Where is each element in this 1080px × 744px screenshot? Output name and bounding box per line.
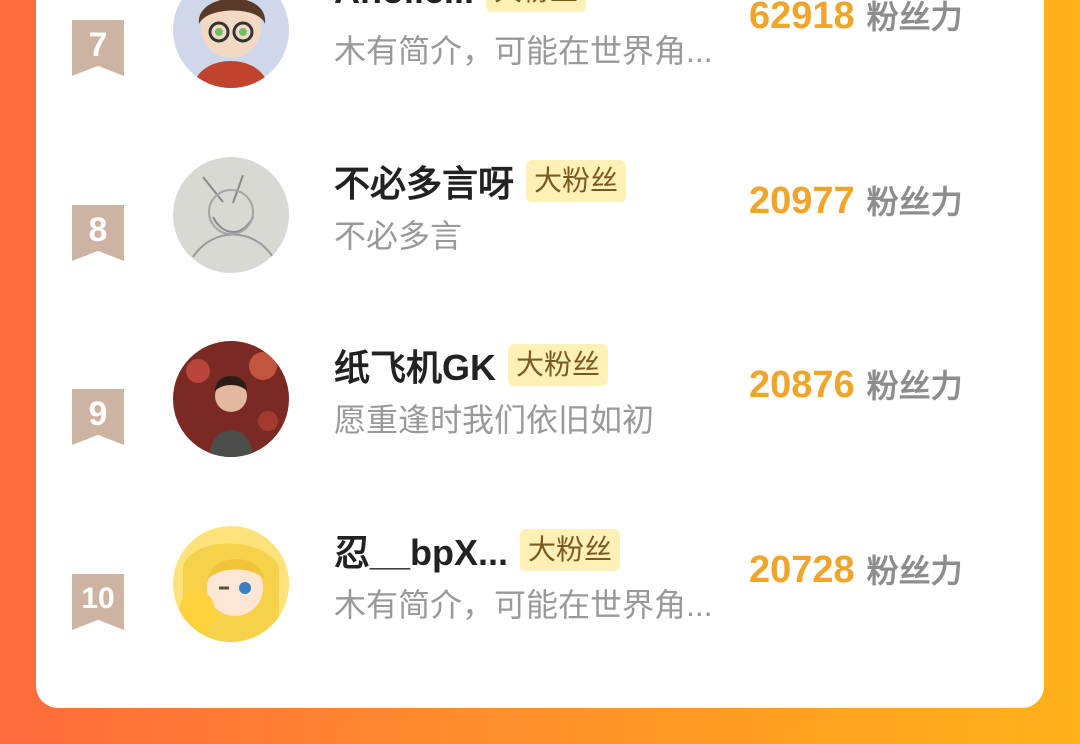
fan-power-label: 粉丝力: [866, 368, 963, 404]
user-intro: 不必多言: [334, 218, 463, 254]
avatar[interactable]: [173, 341, 289, 457]
fan-power-score: 20977: [749, 180, 855, 222]
rank-ribbon: 8: [72, 205, 124, 261]
fan-power-label: 粉丝力: [866, 0, 963, 35]
username[interactable]: 忍__bpX...: [334, 524, 508, 576]
username[interactable]: 不必多言呀: [334, 155, 514, 207]
fan-power-label: 粉丝力: [866, 184, 963, 220]
list-item[interactable]: 10 忍__bpX... 大粉丝 木有简介，可能在世界角... 20728 粉丝…: [36, 526, 1044, 726]
list-item[interactable]: 9 纸飞机GK 大粉丝 愿重逢时我们依旧如初 20876 粉丝力: [36, 341, 1044, 541]
username[interactable]: 纸飞机GK: [334, 339, 496, 391]
fan-power-score: 62918: [749, 0, 855, 37]
rank-ribbon: 7: [72, 20, 124, 76]
username[interactable]: Anolic...: [334, 0, 474, 12]
user-intro: 木有简介，可能在世界角...: [334, 587, 713, 623]
user-intro: 木有简介，可能在世界角...: [334, 33, 713, 69]
leaderboard-card: 7 Anolic... 大粉丝 木有简介，可能在世界角... 62918 粉丝力…: [36, 0, 1044, 708]
fan-level-badge: 大粉丝: [486, 0, 587, 12]
rank-ribbon: 9: [72, 389, 124, 445]
fan-level-badge: 大粉丝: [508, 344, 609, 386]
avatar[interactable]: [173, 526, 289, 642]
fan-power-score: 20876: [749, 364, 855, 406]
user-intro: 愿重逢时我们依旧如初: [334, 402, 655, 438]
fan-level-badge: 大粉丝: [520, 529, 621, 571]
fan-level-badge: 大粉丝: [526, 160, 627, 202]
avatar[interactable]: [173, 157, 289, 273]
rank-ribbon: 10: [72, 574, 124, 630]
fan-power-score: 20728: [749, 549, 855, 591]
list-item[interactable]: 7 Anolic... 大粉丝 木有简介，可能在世界角... 62918 粉丝力: [36, 0, 1044, 172]
avatar[interactable]: [173, 0, 289, 88]
list-item[interactable]: 8 不必多言呀 大粉丝 不必多言 20977 粉丝力: [36, 157, 1044, 357]
fan-power-label: 粉丝力: [866, 553, 963, 589]
